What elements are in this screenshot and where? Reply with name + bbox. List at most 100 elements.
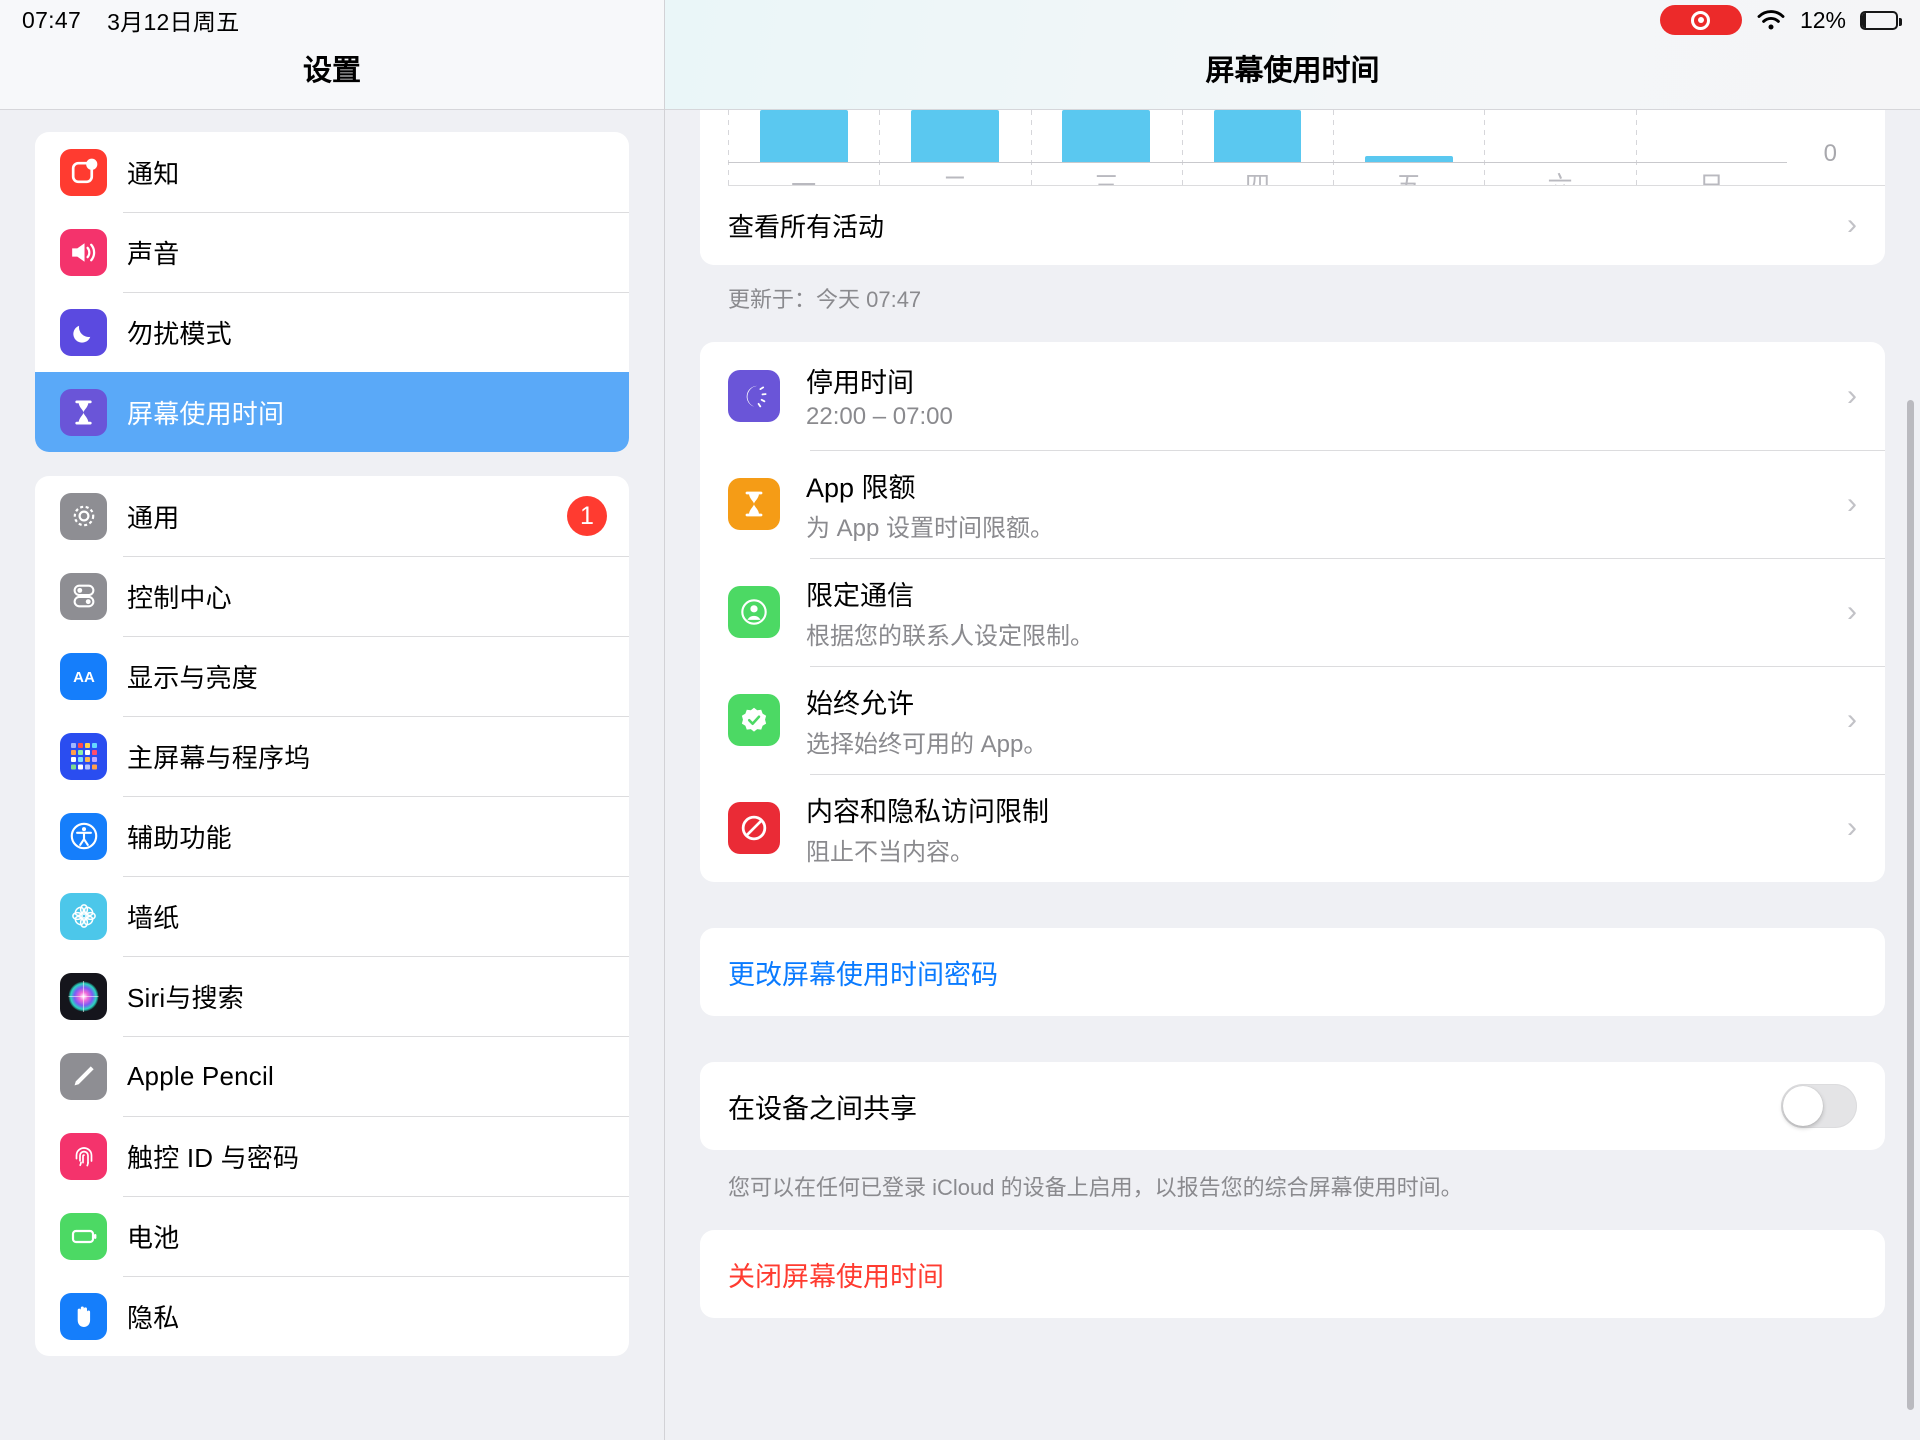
- moon-icon: [60, 308, 107, 356]
- updated-at-text: 更新于：今天 07:47: [728, 287, 922, 312]
- sidebar-item-screen-time[interactable]: 屏幕使用时间: [35, 372, 629, 452]
- toggle-knob: [1783, 1086, 1823, 1126]
- svg-text:AA: AA: [73, 669, 95, 686]
- sidebar-item-general[interactable]: 通用 1: [35, 476, 629, 556]
- bar-slot: [879, 110, 1030, 162]
- row-subtitle: 为 App 设置时间限额。: [806, 514, 1055, 542]
- turn-off-screen-time-card[interactable]: 关闭屏幕使用时间: [700, 1230, 1885, 1318]
- pencil-icon: [60, 1052, 107, 1100]
- row-downtime[interactable]: 停用时间 22:00 – 07:00 ›: [700, 342, 1885, 450]
- app-limits-hourglass-icon: [728, 478, 780, 530]
- view-all-activity-row[interactable]: 查看所有活动 ›: [700, 185, 1885, 265]
- chart-ytick-zero: 0: [1823, 140, 1837, 167]
- sidebar-item-label: 屏幕使用时间: [127, 398, 285, 429]
- sound-icon: [60, 228, 107, 276]
- vertical-scrollbar[interactable]: [1907, 400, 1914, 1410]
- chart-plot: [728, 110, 1787, 162]
- touch-id-icon: [60, 1132, 107, 1180]
- bar-slot: [1333, 110, 1484, 162]
- row-texts: App 限额 为 App 设置时间限额。: [806, 466, 1847, 543]
- share-footnote: 您可以在任何已登录 iCloud 的设备上启用，以报告您的综合屏幕使用时间。: [728, 1175, 1463, 1200]
- row-subtitle: 阻止不当内容。: [806, 838, 974, 866]
- accessibility-icon: [60, 812, 107, 860]
- sidebar-item-touch-id-passcode[interactable]: 触控 ID 与密码: [35, 1116, 629, 1196]
- sidebar-item-label: 勿扰模式: [127, 318, 232, 349]
- wallpaper-icon: [60, 892, 107, 940]
- bar-thu: [1213, 110, 1302, 162]
- sidebar-item-label: 声音: [127, 238, 180, 269]
- sidebar-item-wallpaper[interactable]: 墙纸: [35, 876, 629, 956]
- chevron-right-icon: ›: [1847, 487, 1857, 520]
- row-title: App 限额: [806, 472, 916, 503]
- row-always-allowed[interactable]: 始终允许 选择始终可用的 App。 ›: [700, 666, 1885, 774]
- sidebar-item-battery[interactable]: 电池: [35, 1196, 629, 1276]
- bar-mon: [759, 110, 848, 162]
- sidebar-item-sounds[interactable]: 声音: [35, 212, 629, 292]
- ipad-settings-screen: 设置 通知 声音 勿扰模式 屏幕使用时间 通用 1 控制中心 AA 显示与亮度 …: [0, 0, 1920, 1440]
- gear-icon: [60, 492, 107, 540]
- sidebar-item-label: 通知: [127, 158, 180, 189]
- screen-time-settings-card: 停用时间 22:00 – 07:00 › App 限额 为 App 设置时间限额…: [700, 342, 1885, 882]
- sidebar-item-label: 辅助功能: [127, 822, 232, 853]
- chevron-right-icon: ›: [1847, 703, 1857, 736]
- content-restrictions-icon: [728, 802, 780, 854]
- sidebar-item-label: 主屏幕与程序坞: [127, 742, 311, 773]
- row-title: 限定通信: [806, 580, 914, 611]
- change-passcode-card[interactable]: 更改屏幕使用时间密码: [700, 928, 1885, 1016]
- sidebar-item-display-brightness[interactable]: AA 显示与亮度: [35, 636, 629, 716]
- bar-wed: [1062, 110, 1151, 162]
- sidebar-item-label: 电池: [127, 1222, 180, 1253]
- page-title: 屏幕使用时间: [1205, 55, 1380, 87]
- share-across-devices-label: 在设备之间共享: [728, 1093, 917, 1124]
- sidebar-item-home-screen-dock[interactable]: 主屏幕与程序坞: [35, 716, 629, 796]
- weekly-usage-chart-card[interactable]: 0 一 二 三 四 五 六 日 查看所有活动 ›: [700, 110, 1885, 265]
- row-texts: 始终允许 选择始终可用的 App。: [806, 682, 1847, 759]
- status-badge: 1: [567, 496, 607, 536]
- sidebar-group-1: 通知 声音 勿扰模式 屏幕使用时间: [35, 132, 629, 452]
- sidebar-item-accessibility[interactable]: 辅助功能: [35, 796, 629, 876]
- sidebar-item-label: 墙纸: [127, 902, 180, 933]
- sidebar-item-label: 隐私: [127, 1302, 180, 1333]
- hourglass-icon: [60, 388, 107, 436]
- sidebar-item-do-not-disturb[interactable]: 勿扰模式: [35, 292, 629, 372]
- row-title: 始终允许: [806, 688, 914, 719]
- view-all-activity-label: 查看所有活动: [728, 211, 885, 242]
- chevron-right-icon: ›: [1847, 595, 1857, 628]
- sidebar-item-notifications[interactable]: 通知: [35, 132, 629, 212]
- detail-header: 屏幕使用时间: [665, 0, 1920, 110]
- sidebar-item-privacy[interactable]: 隐私: [35, 1276, 629, 1356]
- bar-slot: [1182, 110, 1333, 162]
- row-subtitle: 22:00 – 07:00: [806, 403, 953, 430]
- row-title: 停用时间: [806, 368, 914, 398]
- home-screen-dock-icon: [60, 732, 107, 780]
- downtime-icon: [728, 370, 780, 422]
- row-texts: 停用时间 22:00 – 07:00: [806, 361, 1847, 431]
- row-communication-limits[interactable]: 限定通信 根据您的联系人设定限制。 ›: [700, 558, 1885, 666]
- change-passcode-label: 更改屏幕使用时间密码: [728, 959, 998, 990]
- turn-off-screen-time-label: 关闭屏幕使用时间: [728, 1261, 944, 1292]
- siri-icon: [60, 972, 107, 1020]
- display-brightness-icon: AA: [60, 652, 107, 700]
- sidebar-item-control-center[interactable]: 控制中心: [35, 556, 629, 636]
- always-allowed-check-icon: [728, 694, 780, 746]
- row-subtitle: 根据您的联系人设定限制。: [806, 622, 1094, 650]
- share-across-devices-toggle[interactable]: [1781, 1084, 1857, 1128]
- sidebar-item-label: 触控 ID 与密码: [127, 1142, 300, 1173]
- row-app-limits[interactable]: App 限额 为 App 设置时间限额。 ›: [700, 450, 1885, 558]
- row-title: 内容和隐私访问限制: [806, 796, 1049, 827]
- sidebar-item-siri-search[interactable]: Siri与搜索: [35, 956, 629, 1036]
- detail-scroll-area[interactable]: 0 一 二 三 四 五 六 日 查看所有活动 › 更新于：今天 0: [665, 110, 1920, 1440]
- share-across-devices-card[interactable]: 在设备之间共享: [700, 1062, 1885, 1150]
- chart-axis-line: [728, 162, 1787, 163]
- battery-green-icon: [60, 1212, 107, 1260]
- row-content-privacy-restrictions[interactable]: 内容和隐私访问限制 阻止不当内容。 ›: [700, 774, 1885, 882]
- control-center-icon: [60, 572, 107, 620]
- communication-limits-icon: [728, 586, 780, 638]
- sidebar-title: 设置: [302, 55, 361, 87]
- sidebar-item-apple-pencil[interactable]: Apple Pencil: [35, 1036, 629, 1116]
- chevron-right-icon: ›: [1847, 208, 1857, 241]
- sidebar-scroll-area[interactable]: 通知 声音 勿扰模式 屏幕使用时间 通用 1 控制中心 AA 显示与亮度 主屏幕…: [0, 110, 664, 1440]
- bar-slot: [1484, 110, 1635, 162]
- sidebar-item-label: Apple Pencil: [127, 1060, 274, 1091]
- row-texts: 限定通信 根据您的联系人设定限制。: [806, 574, 1847, 651]
